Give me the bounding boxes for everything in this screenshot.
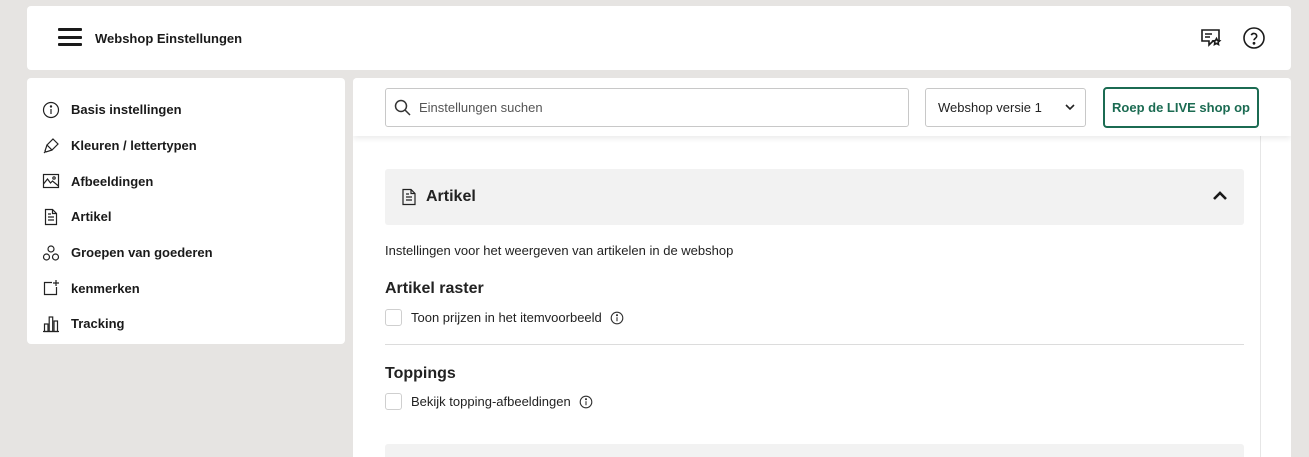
info-icon[interactable]	[579, 395, 593, 409]
topping-images-checkbox[interactable]	[385, 393, 402, 410]
groups-icon	[42, 244, 60, 262]
image-icon	[42, 172, 60, 190]
version-select-value: Webshop versie 1	[938, 100, 1042, 115]
option-row-show-prices: Toon prijzen in het itemvoorbeeld	[385, 309, 624, 326]
sidebar-item-label: Groepen van goederen	[71, 245, 213, 261]
help-icon[interactable]	[1242, 26, 1266, 50]
open-live-shop-button[interactable]: Roep de LIVE shop op	[1103, 87, 1259, 128]
sidebar-item-label: Afbeeldingen	[71, 173, 154, 189]
info-circle-icon	[42, 101, 60, 119]
section-header-artikel[interactable]: Artikel	[385, 169, 1244, 225]
option-row-topping-images: Bekijk topping-afbeeldingen	[385, 393, 593, 410]
toolbar: Webshop versie 1 Roep de LIVE shop op	[353, 78, 1291, 136]
sidebar-item-kleuren-lettertypen[interactable]: Kleuren / lettertypen	[27, 128, 345, 164]
option-label: Bekijk topping-afbeeldingen	[411, 394, 571, 409]
next-section-header[interactable]	[385, 444, 1244, 457]
add-feature-icon	[42, 279, 60, 297]
sidebar-item-kenmerken[interactable]: kenmerken	[27, 270, 345, 306]
document-icon	[401, 188, 417, 206]
menu-icon[interactable]	[58, 28, 82, 46]
settings-panel: Webshop versie 1 Roep de LIVE shop op Ar…	[353, 78, 1291, 457]
paint-brush-icon	[42, 137, 60, 155]
sidebar: Basis instellingen Kleuren / lettertypen…	[27, 78, 345, 344]
sidebar-item-label: Basis instellingen	[71, 102, 182, 118]
document-icon	[42, 208, 60, 226]
version-select[interactable]: Webshop versie 1	[925, 88, 1086, 127]
top-bar: Webshop Einstellungen	[27, 6, 1291, 70]
scrollbar[interactable]	[1260, 136, 1261, 457]
divider	[385, 344, 1244, 345]
sidebar-item-groepen-van-goederen[interactable]: Groepen van goederen	[27, 235, 345, 271]
search-icon	[394, 99, 411, 116]
group-title-artikel-raster: Artikel raster	[385, 280, 484, 297]
bar-chart-icon	[42, 315, 60, 333]
sidebar-item-afbeeldingen[interactable]: Afbeeldingen	[27, 163, 345, 199]
reviews-icon[interactable]	[1199, 26, 1223, 50]
app-title: Webshop Einstellungen	[95, 31, 243, 46]
section-description: Instellingen voor het weergeven van arti…	[385, 243, 734, 258]
sidebar-item-tracking[interactable]: Tracking	[27, 306, 345, 342]
option-label: Toon prijzen in het itemvoorbeeld	[411, 310, 602, 325]
sidebar-item-label: Tracking	[71, 316, 125, 332]
sidebar-item-artikel[interactable]: Artikel	[27, 199, 345, 235]
search-box[interactable]	[385, 88, 909, 127]
chevron-up-icon[interactable]	[1212, 189, 1228, 201]
sidebar-item-label: Artikel	[71, 209, 112, 225]
info-icon[interactable]	[610, 311, 624, 325]
show-prices-checkbox[interactable]	[385, 309, 402, 326]
chevron-down-icon	[1065, 104, 1075, 111]
sidebar-item-basis-instellingen[interactable]: Basis instellingen	[27, 92, 345, 128]
section-title: Artikel	[426, 188, 476, 205]
sidebar-item-label: kenmerken	[71, 280, 140, 296]
group-title-toppings: Toppings	[385, 365, 456, 382]
sidebar-item-label: Kleuren / lettertypen	[71, 138, 197, 154]
search-input[interactable]	[419, 100, 899, 115]
